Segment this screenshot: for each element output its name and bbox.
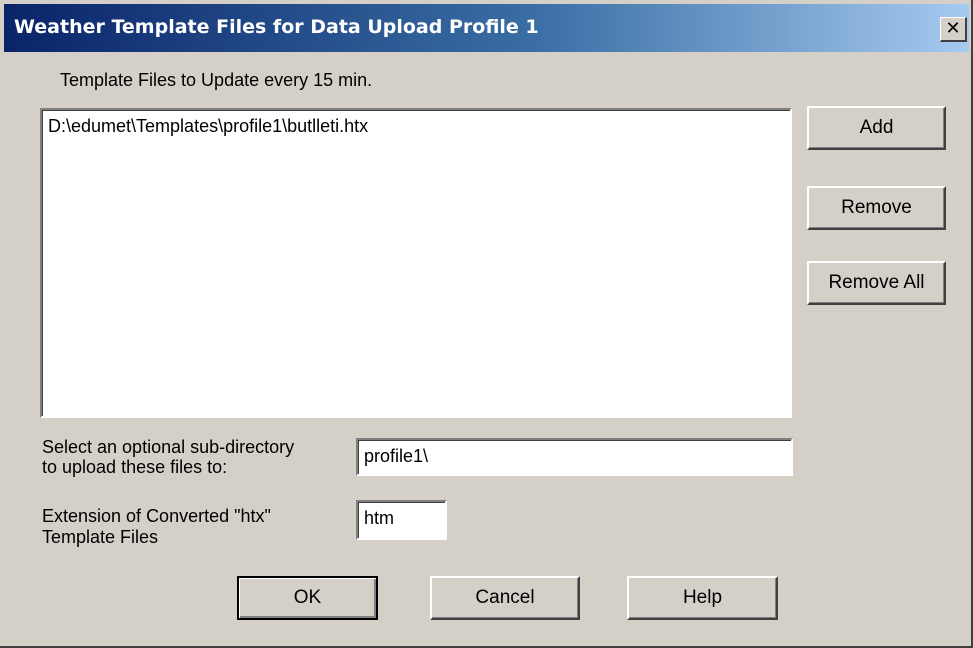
help-button[interactable]: Help bbox=[627, 576, 778, 620]
remove-button[interactable]: Remove bbox=[807, 186, 946, 230]
subdirectory-label-line1: Select an optional sub-directory bbox=[42, 437, 295, 457]
subdirectory-label-line2: to upload these files to: bbox=[42, 457, 228, 477]
template-files-listbox[interactable]: D:\edumet\Templates\profile1\butlleti.ht… bbox=[40, 108, 792, 418]
list-item[interactable]: D:\edumet\Templates\profile1\butlleti.ht… bbox=[48, 116, 368, 137]
add-button[interactable]: Add bbox=[807, 106, 946, 150]
remove-all-button[interactable]: Remove All bbox=[807, 261, 946, 305]
extension-label-line1: Extension of Converted "htx" bbox=[42, 506, 271, 526]
close-button[interactable]: ✕ bbox=[940, 17, 967, 42]
subdirectory-input[interactable]: profile1\ bbox=[356, 438, 793, 476]
extension-input[interactable]: htm bbox=[356, 500, 447, 540]
window-title: Weather Template Files for Data Upload P… bbox=[14, 16, 539, 38]
extension-label-line2: Template Files bbox=[42, 527, 159, 547]
template-files-label: Template Files to Update every 15 min. bbox=[60, 70, 373, 90]
ok-button[interactable]: OK bbox=[237, 576, 378, 620]
dialog-window: Weather Template Files for Data Upload P… bbox=[0, 0, 973, 648]
cancel-button[interactable]: Cancel bbox=[430, 576, 580, 620]
close-icon: ✕ bbox=[945, 18, 961, 39]
title-bar[interactable]: Weather Template Files for Data Upload P… bbox=[4, 4, 969, 52]
